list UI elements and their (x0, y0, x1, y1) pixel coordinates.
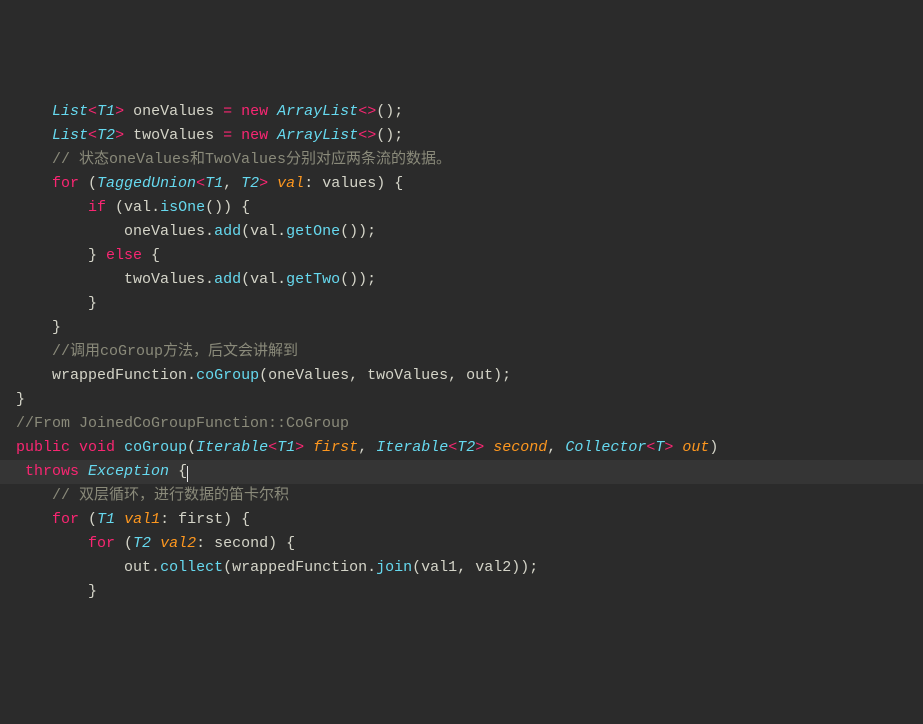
code-line[interactable]: twoValues.add(val.getTwo()); (0, 268, 923, 292)
code-line[interactable]: public void coGroup(Iterable<T1> first, … (0, 436, 923, 460)
code-editor[interactable]: List<T1> oneValues = new ArrayList<>(); … (0, 100, 923, 604)
code-line[interactable]: List<T1> oneValues = new ArrayList<>(); (0, 100, 923, 124)
code-line[interactable]: } (0, 388, 923, 412)
code-line[interactable]: } (0, 316, 923, 340)
code-line[interactable]: } else { (0, 244, 923, 268)
code-line[interactable]: oneValues.add(val.getOne()); (0, 220, 923, 244)
code-line[interactable]: //调用coGroup方法，后文会讲解到 (0, 340, 923, 364)
code-line[interactable]: } (0, 580, 923, 604)
code-line[interactable]: } (0, 292, 923, 316)
code-line[interactable]: out.collect(wrappedFunction.join(val1, v… (0, 556, 923, 580)
code-line[interactable]: for (T1 val1: first) { (0, 508, 923, 532)
code-line[interactable]: for (T2 val2: second) { (0, 532, 923, 556)
code-line[interactable]: if (val.isOne()) { (0, 196, 923, 220)
code-line[interactable]: // 状态oneValues和TwoValues分别对应两条流的数据。 (0, 148, 923, 172)
code-line[interactable]: for (TaggedUnion<T1, T2> val: values) { (0, 172, 923, 196)
code-line[interactable]: List<T2> twoValues = new ArrayList<>(); (0, 124, 923, 148)
code-line[interactable]: wrappedFunction.coGroup(oneValues, twoVa… (0, 364, 923, 388)
code-line[interactable]: // 双层循环，进行数据的笛卡尔积 (0, 484, 923, 508)
text-cursor (187, 466, 188, 483)
code-line[interactable]: //From JoinedCoGroupFunction::CoGroup (0, 412, 923, 436)
code-line[interactable]: throws Exception { (0, 460, 923, 484)
